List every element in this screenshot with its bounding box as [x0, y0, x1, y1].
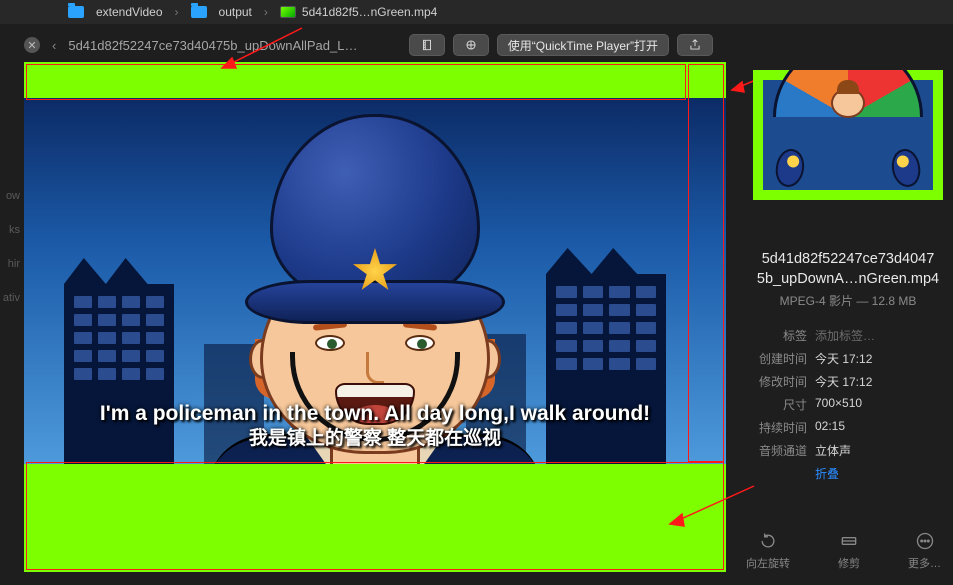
info-panel: 5d41d82f52247ce73d4047 5b_upDownA…nGreen…: [743, 70, 953, 482]
meta-value-dimensions: 700×510: [815, 396, 953, 413]
action-label: 更多…: [908, 555, 941, 571]
subtitle-en: I'm a policeman in the town. All day lon…: [100, 402, 650, 425]
sidebar-item[interactable]: ativ: [0, 292, 22, 304]
meta-label-duration: 持续时间: [743, 419, 815, 436]
path-label: 5d41d82f5…nGreen.mp4: [302, 5, 437, 19]
meta-value-created: 今天 17:12: [815, 350, 953, 367]
letterbox-top: [24, 62, 726, 98]
meta-label-audio: 音频通道: [743, 442, 815, 459]
folder-icon: [191, 6, 207, 18]
rotate-left-icon: [758, 531, 778, 551]
path-seg-output[interactable]: output: [183, 5, 260, 19]
trim-button[interactable]: 修剪: [838, 531, 860, 571]
video-preview[interactable]: I'm a policeman in the town. All day lon…: [24, 62, 726, 572]
subtitle-zh: 我是镇上的警察 整天都在巡视: [24, 427, 726, 452]
finder-sidebar-fragment: ow ks hir ativ: [0, 190, 22, 304]
video-frame: I'm a policeman in the town. All day lon…: [24, 98, 726, 464]
info-metadata: 标签 添加标签… 创建时间 今天 17:12 修改时间 今天 17:12 尺寸 …: [743, 327, 953, 482]
meta-value-tags[interactable]: 添加标签…: [815, 327, 953, 344]
file-thumbnail[interactable]: [753, 70, 943, 200]
more-button[interactable]: 更多…: [908, 531, 941, 571]
open-with-button[interactable]: 使用“QuickTime Player”打开: [497, 34, 669, 56]
path-bar: extendVideo › output › 5d41d82f5…nGreen.…: [0, 0, 953, 24]
markup-icon: [464, 38, 478, 52]
info-type-size: MPEG-4 影片 — 12.8 MB: [780, 292, 917, 309]
path-label: output: [219, 5, 252, 19]
meta-spacer: [743, 465, 815, 482]
path-seg-file[interactable]: 5d41d82f5…nGreen.mp4: [272, 5, 445, 19]
chevron-right-icon: ›: [264, 5, 268, 19]
share-icon: [688, 38, 702, 52]
chevron-right-icon: ›: [175, 5, 179, 19]
meta-value-modified: 今天 17:12: [815, 373, 953, 390]
close-button[interactable]: ✕: [24, 37, 40, 53]
sidebar-item[interactable]: hir: [0, 258, 22, 270]
trim-icon: [839, 531, 859, 551]
document-title: 5d41d82f52247ce73d40475b_upDownAllPad_L…: [68, 38, 400, 53]
chevron-left-icon: ‹: [52, 38, 56, 53]
action-label: 向左旋转: [746, 555, 790, 571]
meta-label-dimensions: 尺寸: [743, 396, 815, 413]
video-subtitle: I'm a policeman in the town. All day lon…: [24, 400, 726, 452]
action-label: 修剪: [838, 555, 860, 571]
preview-titlebar: ✕ ‹ 5d41d82f52247ce73d40475b_upDownAllPa…: [24, 30, 713, 60]
close-icon: ✕: [27, 39, 36, 52]
sidebar-item[interactable]: ow: [0, 190, 22, 202]
path-label: extendVideo: [96, 5, 163, 19]
meta-value-duration: 02:15: [815, 419, 953, 436]
letterbox-bottom: [24, 464, 726, 572]
quick-actions: 向左旋转 修剪 更多…: [746, 531, 941, 571]
back-button[interactable]: ‹: [48, 38, 60, 53]
folder-icon: [68, 6, 84, 18]
path-seg-extendvideo[interactable]: extendVideo: [60, 5, 171, 19]
meta-label-created: 创建时间: [743, 350, 815, 367]
sidebar-item[interactable]: ks: [0, 224, 22, 236]
rotate-left-button[interactable]: 向左旋转: [746, 531, 790, 571]
filename-line1: 5d41d82f52247ce73d4047: [757, 250, 939, 270]
open-preview-icon: [420, 38, 434, 52]
open-preview-button[interactable]: [409, 34, 445, 56]
filename-line2: 5b_upDownA…nGreen.mp4: [757, 270, 939, 290]
more-icon: [915, 531, 935, 551]
markup-button[interactable]: [453, 34, 489, 56]
share-button[interactable]: [677, 34, 713, 56]
meta-label-modified: 修改时间: [743, 373, 815, 390]
open-with-label: 使用“QuickTime Player”打开: [508, 37, 658, 54]
collapse-link[interactable]: 折叠: [815, 465, 953, 482]
meta-value-audio: 立体声: [815, 442, 953, 459]
info-filename: 5d41d82f52247ce73d4047 5b_upDownA…nGreen…: [753, 250, 943, 289]
meta-label-tags: 标签: [743, 327, 815, 344]
video-file-icon: [280, 6, 296, 18]
